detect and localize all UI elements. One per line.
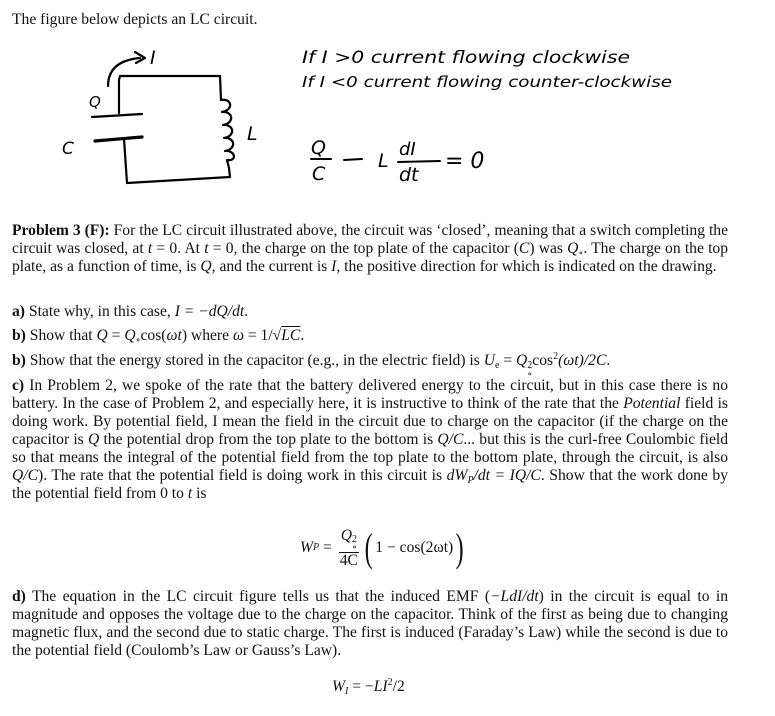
part-a-label: a)	[12, 303, 25, 320]
note-positive-current: If I >0 current flowing clockwise	[302, 48, 630, 67]
part-c-label: c)	[12, 377, 25, 394]
capacitor-top-plate	[90, 112, 144, 119]
capacitor-label: C	[62, 139, 74, 159]
problem-label: Problem 3 (F):	[12, 222, 110, 239]
fraction-q2-over-4c: Q 2 ∘ 4C	[338, 526, 359, 569]
eq-dt: dt	[399, 164, 420, 186]
eq-q: Q	[311, 137, 326, 159]
eq-rhs: = 0	[445, 149, 484, 174]
part-b1-label: b)	[12, 327, 26, 344]
work-potential-equation: WP = Q 2 ∘ 4C ( 1 − cos(2ωt) )	[300, 525, 464, 570]
eq-frac-bar-right	[397, 160, 441, 163]
inductor-coil	[219, 98, 235, 170]
current-arrow-icon	[106, 56, 142, 88]
part-b1: b) Show that Q = Q∘cos(ωt) where ω = 1/√…	[12, 327, 305, 346]
wire-top	[117, 74, 222, 115]
eq-dI: dI	[399, 139, 416, 160]
lc-circuit-figure: I Q C L If I >0 current flowing clockwis…	[0, 0, 775, 210]
wire-right-top	[218, 74, 223, 102]
problem-statement: Problem 3 (F): For the LC circuit illust…	[12, 222, 728, 275]
charge-label: Q	[89, 93, 101, 111]
inductor-label: L	[247, 123, 258, 145]
note-negative-current: If I <0 current flowing counter-clockwis…	[302, 73, 672, 91]
part-d: d) The equation in the LC circuit figure…	[12, 588, 729, 659]
eq-coef-L: L	[378, 150, 389, 172]
part-a: a) State why, in this case, I = −dQ/dt.	[12, 303, 249, 320]
part-a-math: I = −dQ/dt	[174, 303, 245, 320]
part-b2-label: b)	[12, 352, 26, 369]
eq-c: C	[312, 163, 326, 185]
eq-minus	[343, 158, 363, 161]
wire-right-bottom	[227, 166, 232, 179]
current-label: I	[150, 47, 156, 69]
circuit-drawing: I Q C L If I >0 current flowing clockwis…	[62, 47, 672, 186]
wire-bottom	[122, 137, 232, 185]
part-c: c) In Problem 2, we spoke of the rate th…	[12, 377, 728, 502]
work-inductor-equation: WI = −LI2/2	[332, 677, 405, 697]
part-b2: b) Show that the energy stored in the ca…	[12, 351, 611, 380]
capacitor-bottom-plate	[93, 135, 144, 143]
part-d-label: d)	[12, 588, 26, 605]
